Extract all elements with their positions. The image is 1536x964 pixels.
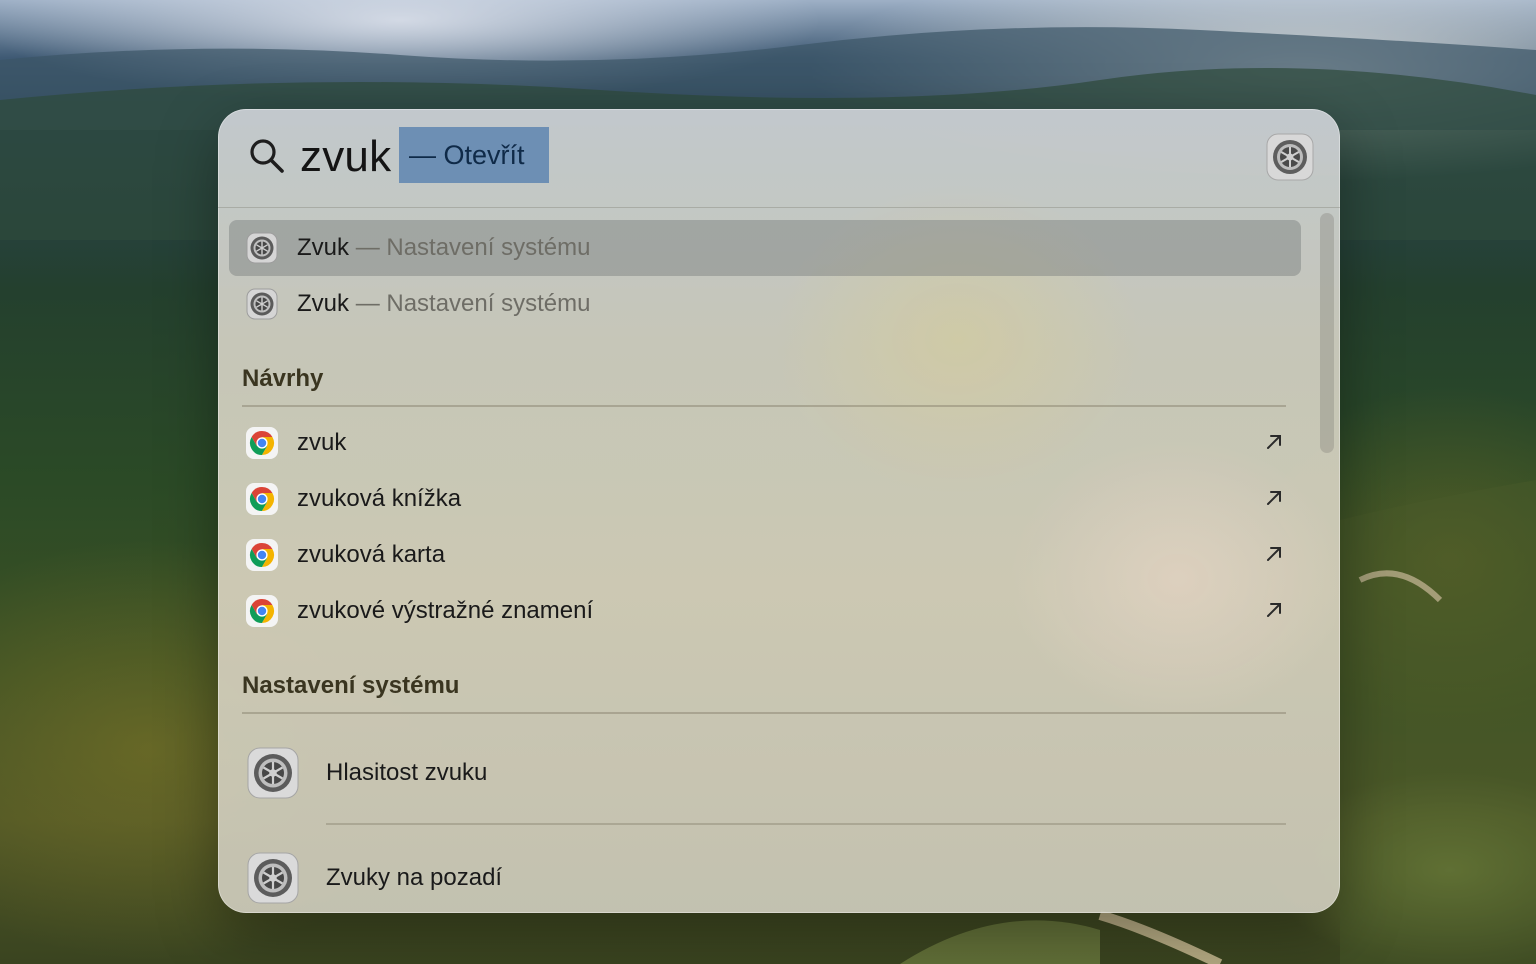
section-divider: [242, 712, 1286, 714]
suggestion-row[interactable]: zvukové výstražné znamení: [229, 583, 1301, 639]
system-settings-gear-icon: [247, 747, 299, 799]
section-header-suggestions: Návrhy: [242, 365, 324, 392]
arrow-up-right-icon: [1267, 435, 1281, 449]
suggestion-label: zvuk: [297, 429, 347, 456]
suggestion-label: zvukové výstražné znamení: [297, 597, 594, 624]
top-hit-title: Zvuk — Nastavení systému: [297, 234, 591, 261]
arrow-up-right-icon: [1267, 491, 1281, 505]
suggestion-row[interactable]: zvuková knížka: [229, 471, 1301, 527]
search-bar[interactable]: zvuk — Otevřít: [218, 109, 1340, 207]
suggestion-label: zvuková karta: [297, 541, 446, 568]
search-divider: [218, 207, 1340, 208]
chrome-icon: [246, 539, 278, 571]
section-divider: [242, 405, 1286, 407]
top-hit-title: Zvuk — Nastavení systému: [297, 290, 591, 317]
arrow-up-right-icon: [1267, 603, 1281, 617]
autocomplete-selection[interactable]: — Otevřít: [399, 127, 549, 183]
chrome-icon: [246, 427, 278, 459]
settings-result-row[interactable]: Hlasitost zvuku: [229, 729, 1301, 817]
spotlight-window: zvuk — Otevřít Zvuk — Nastavení systému: [218, 109, 1340, 913]
magnifier-icon: [250, 139, 284, 173]
top-hit-row[interactable]: Zvuk — Nastavení systému: [229, 276, 1301, 332]
section-header-system-settings: Nastavení systému: [242, 672, 460, 699]
arrow-up-right-icon: [1267, 547, 1281, 561]
system-settings-gear-icon: [246, 288, 278, 320]
settings-result-label: Zvuky na pozadí: [326, 864, 503, 891]
settings-result-row[interactable]: Zvuky na pozadí: [229, 834, 1301, 913]
top-hit-row[interactable]: Zvuk — Nastavení systému: [229, 220, 1301, 276]
suggestion-row[interactable]: zvuk: [229, 415, 1301, 471]
system-settings-gear-icon: [1266, 133, 1314, 181]
results-scrollbar[interactable]: [1320, 213, 1334, 453]
search-query-text[interactable]: zvuk: [300, 131, 391, 183]
system-settings-gear-icon: [246, 232, 278, 264]
settings-result-label: Hlasitost zvuku: [326, 759, 488, 786]
chrome-icon: [246, 483, 278, 515]
system-settings-gear-icon: [247, 852, 299, 904]
suggestion-label: zvuková knížka: [297, 485, 462, 512]
item-divider: [326, 823, 1286, 825]
chrome-icon: [246, 595, 278, 627]
suggestion-row[interactable]: zvuková karta: [229, 527, 1301, 583]
